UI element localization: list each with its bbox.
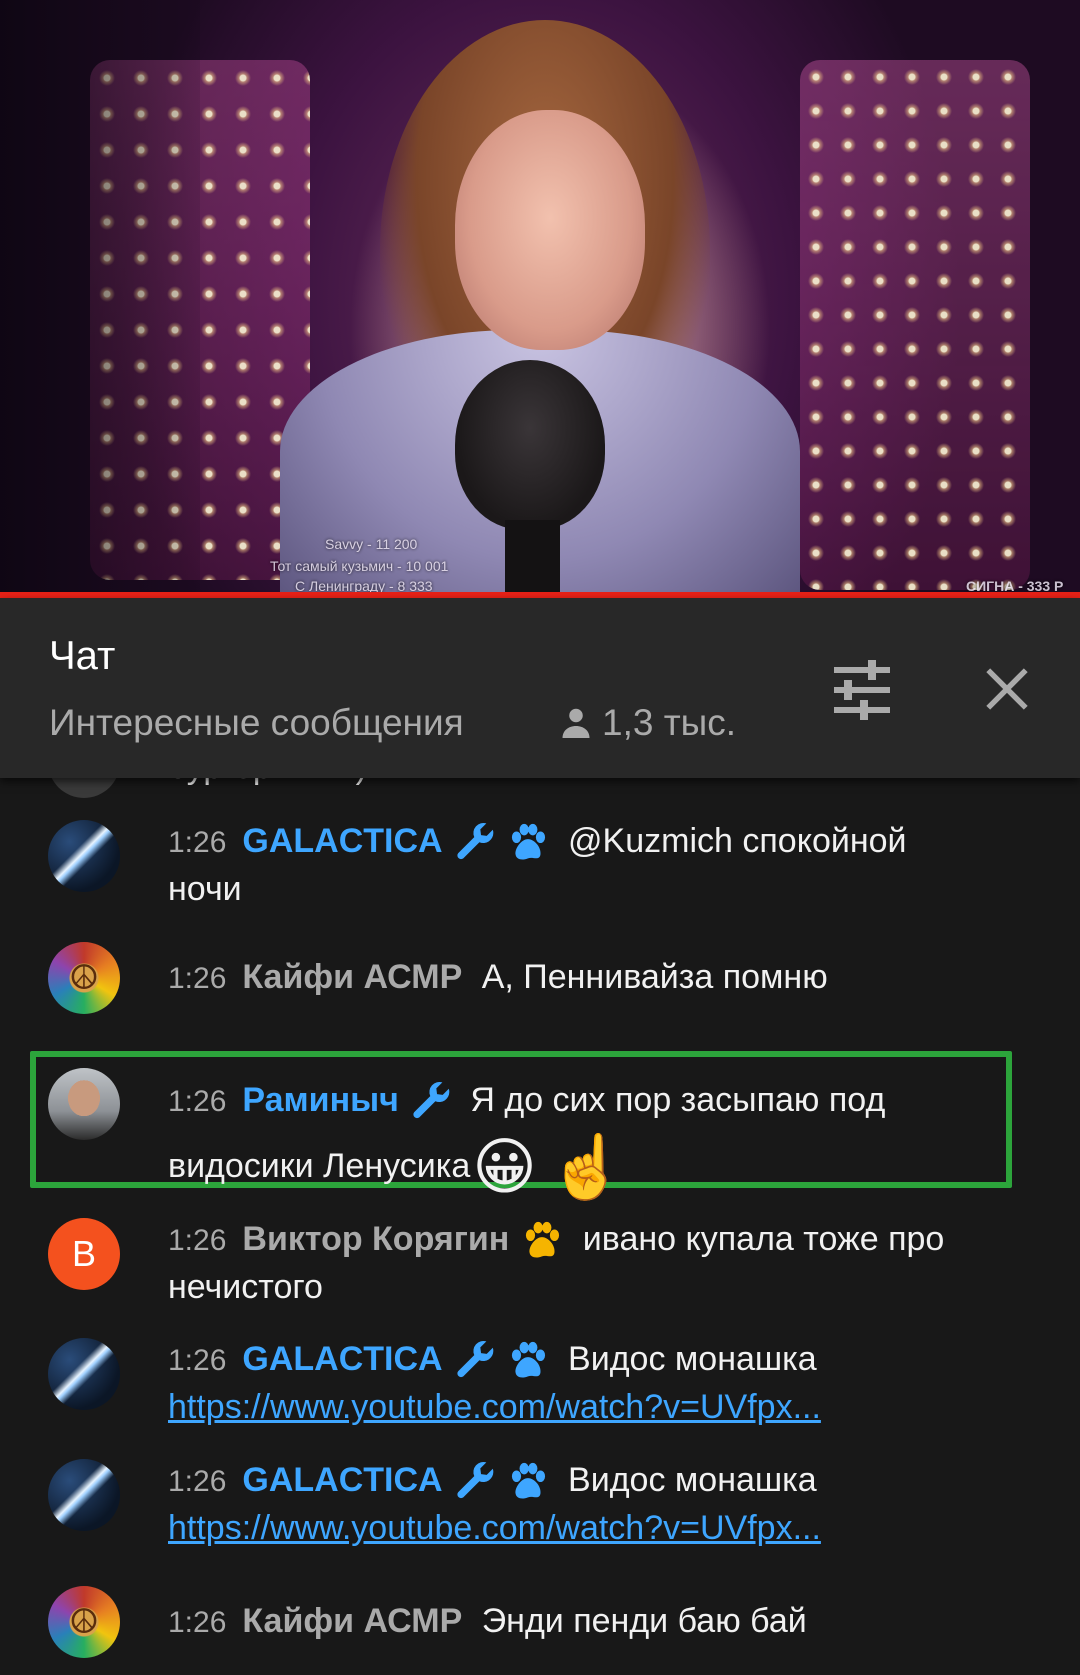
microphone-stand xyxy=(505,520,560,594)
fairy-lights-right xyxy=(800,60,1030,590)
author-name[interactable]: Кайфи АСМР xyxy=(242,958,462,996)
message-timestamp: 1:26 xyxy=(168,1085,227,1118)
tune-sliders-icon[interactable] xyxy=(830,658,894,722)
message-text: А, Пеннивайза помню xyxy=(481,958,828,996)
author-name[interactable]: Виктор Корягин xyxy=(242,1220,509,1258)
microphone xyxy=(455,360,605,530)
paw-icon xyxy=(511,823,545,860)
message-timestamp: 1:26 xyxy=(168,962,227,995)
message-body: 1:26 Кайфи АСМР А, Пеннивайза помню xyxy=(168,954,950,1002)
chat-title: Чат xyxy=(49,634,116,678)
message-link[interactable]: https://www.youtube.com/watch?v=UVfpx... xyxy=(168,1388,821,1426)
message-body: 1:26 GALACTICA Видос монашка https://www.… xyxy=(168,1336,950,1430)
author-name[interactable]: GALACTICA xyxy=(242,1461,442,1499)
message-timestamp: 1:26 xyxy=(168,1224,227,1257)
avatar[interactable] xyxy=(48,778,120,798)
paw-icon xyxy=(511,1462,545,1499)
message-body: 1:26 Раминыч Я до сих пор засыпаю под вид… xyxy=(168,1068,950,1199)
message-timestamp: 1:26 xyxy=(168,826,227,859)
pointing-up-emoji: ☝️ xyxy=(548,1133,626,1203)
paw-icon xyxy=(511,1341,545,1378)
message-text: Энди пенди баю бай xyxy=(481,1602,807,1640)
message-body: 1:26 GALACTICA @Kuzmich спокойной ночи xyxy=(168,818,950,912)
avatar[interactable] xyxy=(48,1459,120,1531)
person-icon xyxy=(562,708,590,738)
app: Savvy - 11 200 Тот самый кузьмич - 10 00… xyxy=(0,0,1080,1675)
author-name[interactable]: Кайфи АСМР xyxy=(242,1602,462,1640)
avatar[interactable] xyxy=(48,1338,120,1410)
chat-header: Чат Интересные сообщения 1,3 тыс. xyxy=(0,598,1080,778)
wrench-icon xyxy=(456,822,493,860)
message-timestamp: 1:26 xyxy=(168,1606,227,1639)
message-timestamp: 1:26 xyxy=(168,1344,227,1377)
stream-chat-overlay xyxy=(0,0,200,594)
paw-icon xyxy=(526,1221,560,1258)
viewer-count: 1,3 тыс. xyxy=(558,702,736,744)
wrench-icon xyxy=(413,1081,450,1119)
avatar[interactable] xyxy=(48,1068,120,1140)
avatar[interactable] xyxy=(48,942,120,1014)
viewer-count-value: 1,3 тыс. xyxy=(602,702,737,743)
author-name[interactable]: GALACTICA xyxy=(242,822,442,860)
stream-caption: Тот самый кузьмич - 10 001 xyxy=(270,558,449,574)
grinning-face-emoji: 😀 xyxy=(472,1133,537,1203)
stream-caption: Savvy - 11 200 xyxy=(325,536,418,552)
chat-mode-selector[interactable]: Интересные сообщения xyxy=(49,702,464,744)
wrench-icon xyxy=(456,1461,493,1499)
message-link[interactable]: https://www.youtube.com/watch?v=UVfpx... xyxy=(168,1509,821,1547)
streamer-face xyxy=(455,110,645,350)
avatar[interactable]: В xyxy=(48,1218,120,1290)
close-icon[interactable] xyxy=(982,664,1032,714)
message-text: Видос монашка xyxy=(568,1461,817,1499)
partial-message-text: бургеркинг :) xyxy=(168,778,367,787)
message-text: Видос монашка xyxy=(568,1340,817,1378)
wrench-icon xyxy=(456,1340,493,1378)
avatar[interactable] xyxy=(48,1586,120,1658)
chat-message-list[interactable]: бургеркинг :) 1:26GALACTICA @Kuzmich спо… xyxy=(0,778,1080,1675)
video-player[interactable]: Savvy - 11 200 Тот самый кузьмич - 10 00… xyxy=(0,0,1080,594)
author-name[interactable]: Раминыч xyxy=(242,1081,399,1119)
message-timestamp: 1:26 xyxy=(168,1465,227,1498)
author-name[interactable]: GALACTICA xyxy=(242,1340,442,1378)
message-body: 1:26 Виктор Корягин ивано купала тоже про… xyxy=(168,1216,950,1310)
message-body: 1:26 Кайфи АСМР Энди пенди баю бай xyxy=(168,1598,950,1646)
message-body: 1:26 GALACTICA Видос монашка https://www.… xyxy=(168,1457,950,1551)
avatar[interactable] xyxy=(48,820,120,892)
